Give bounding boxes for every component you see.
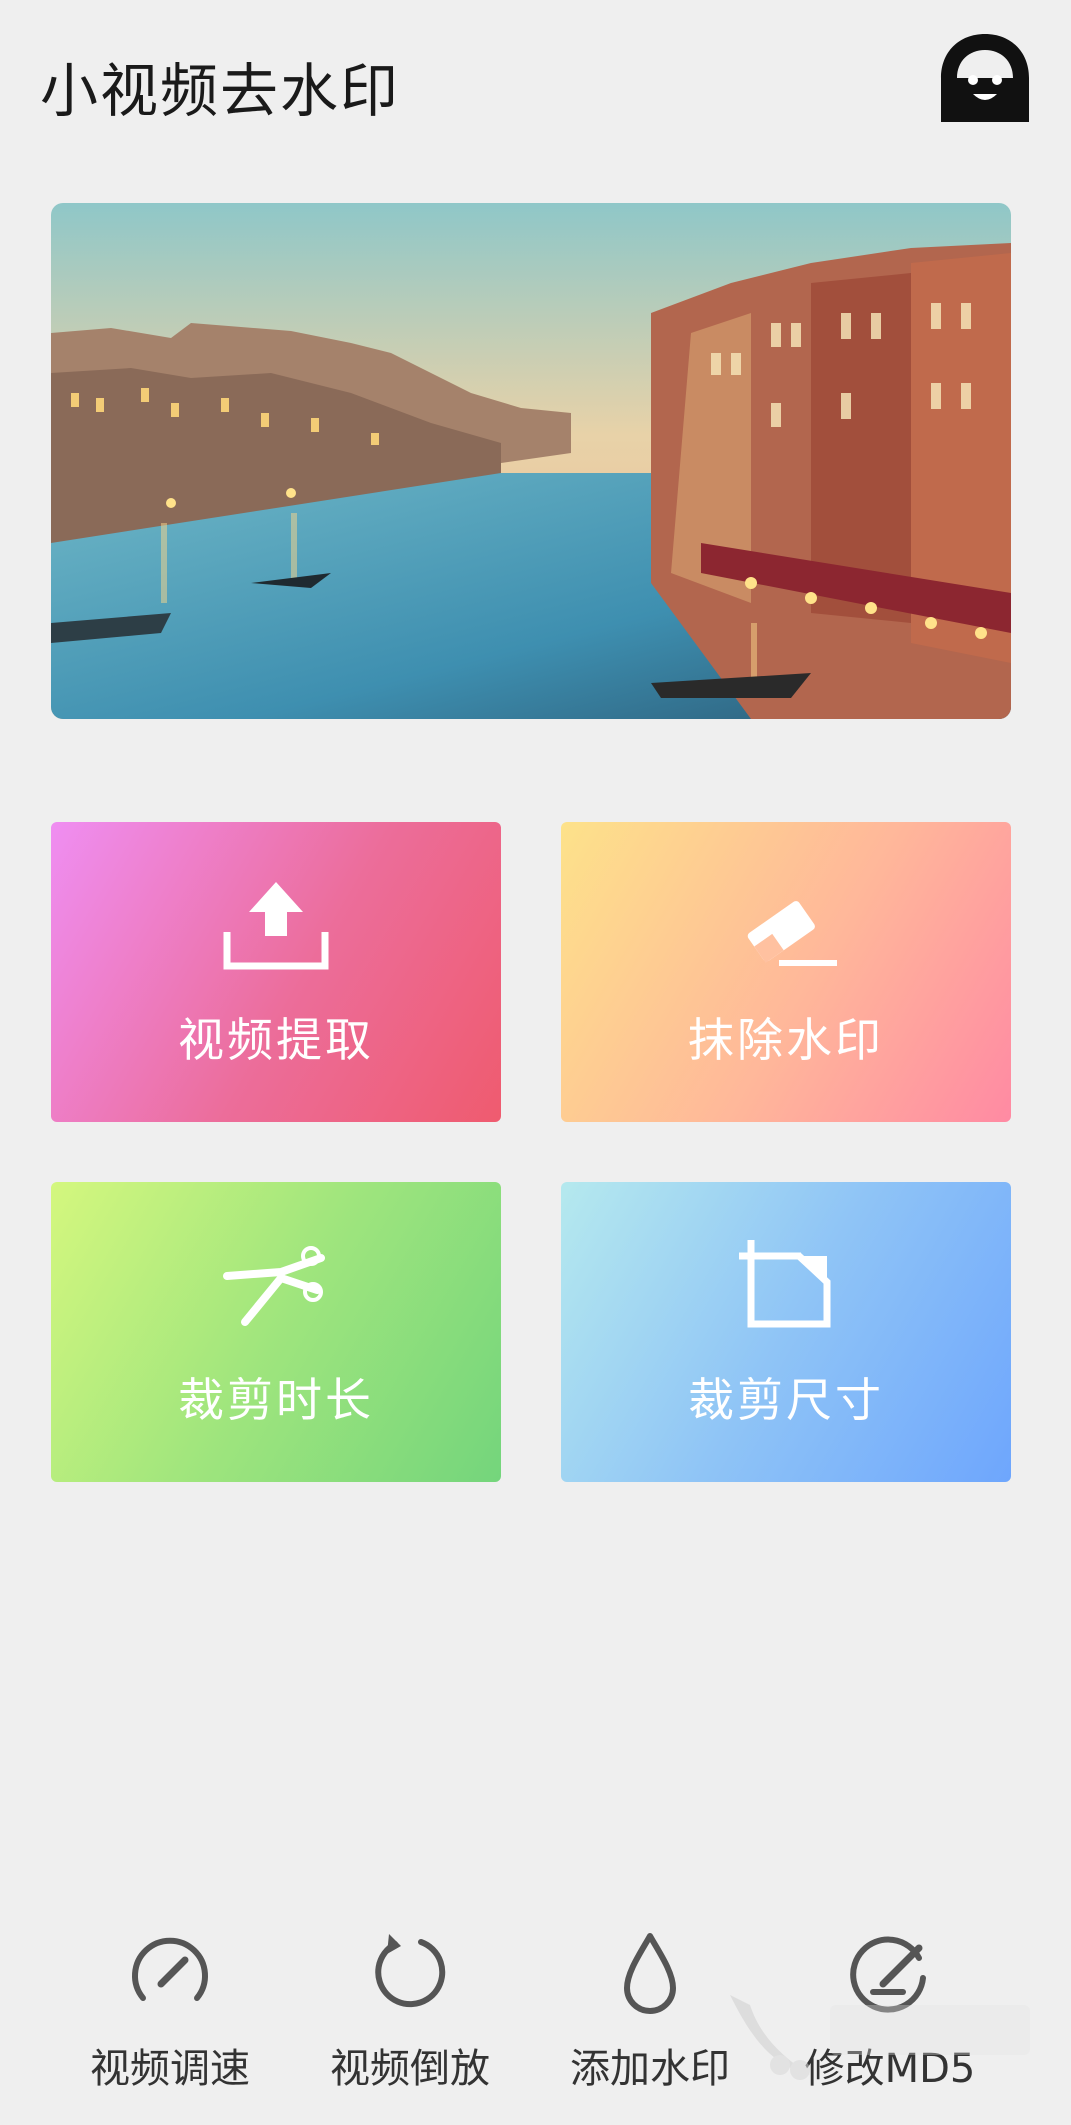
trim-duration-tile[interactable]: 裁剪时长 xyxy=(51,1182,501,1482)
nav-modify-md5[interactable]: 修改MD5 xyxy=(790,1900,990,2100)
nav-label-watermark: 添加水印 xyxy=(570,2046,730,2092)
video-extract-tile[interactable]: 视频提取 xyxy=(51,822,501,1122)
speedometer-icon xyxy=(132,1937,208,2001)
tile-label-extract: 视频提取 xyxy=(178,1013,374,1067)
nav-video-reverse[interactable]: 视频倒放 xyxy=(310,1900,510,2100)
eraser-icon xyxy=(747,901,837,966)
erase-watermark-tile[interactable]: 抹除水印 xyxy=(561,822,1011,1122)
tile-label-trim: 裁剪时长 xyxy=(178,1373,374,1427)
crop-size-tile[interactable]: 裁剪尺寸 xyxy=(561,1182,1011,1482)
tile-label-crop: 裁剪尺寸 xyxy=(688,1373,884,1427)
banner-image[interactable] xyxy=(51,203,1011,719)
tile-label-erase: 抹除水印 xyxy=(688,1013,884,1067)
upload-icon xyxy=(223,882,329,970)
ghost-face-icon xyxy=(941,34,1029,122)
nav-label-md5: 修改MD5 xyxy=(804,2046,976,2092)
rotate-ccw-icon xyxy=(375,1934,446,2008)
nav-add-watermark[interactable]: 添加水印 xyxy=(550,1900,750,2100)
venice-canal-image xyxy=(51,203,1011,719)
app-title: 小视频去水印 xyxy=(40,57,401,125)
crop-icon xyxy=(739,1240,831,1328)
avatar[interactable] xyxy=(937,30,1033,126)
nav-label-reverse: 视频倒放 xyxy=(330,2046,490,2092)
nav-video-speed[interactable]: 视频调速 xyxy=(70,1900,270,2100)
droplet-icon xyxy=(624,1933,676,2014)
bottom-toolbar: 视频调速 视频倒放 添加水印 修改MD5 xyxy=(0,1900,1071,2100)
edit-circle-icon xyxy=(850,1936,926,2013)
nav-label-speed: 视频调速 xyxy=(90,2046,250,2092)
scissors-icon xyxy=(223,1246,325,1326)
